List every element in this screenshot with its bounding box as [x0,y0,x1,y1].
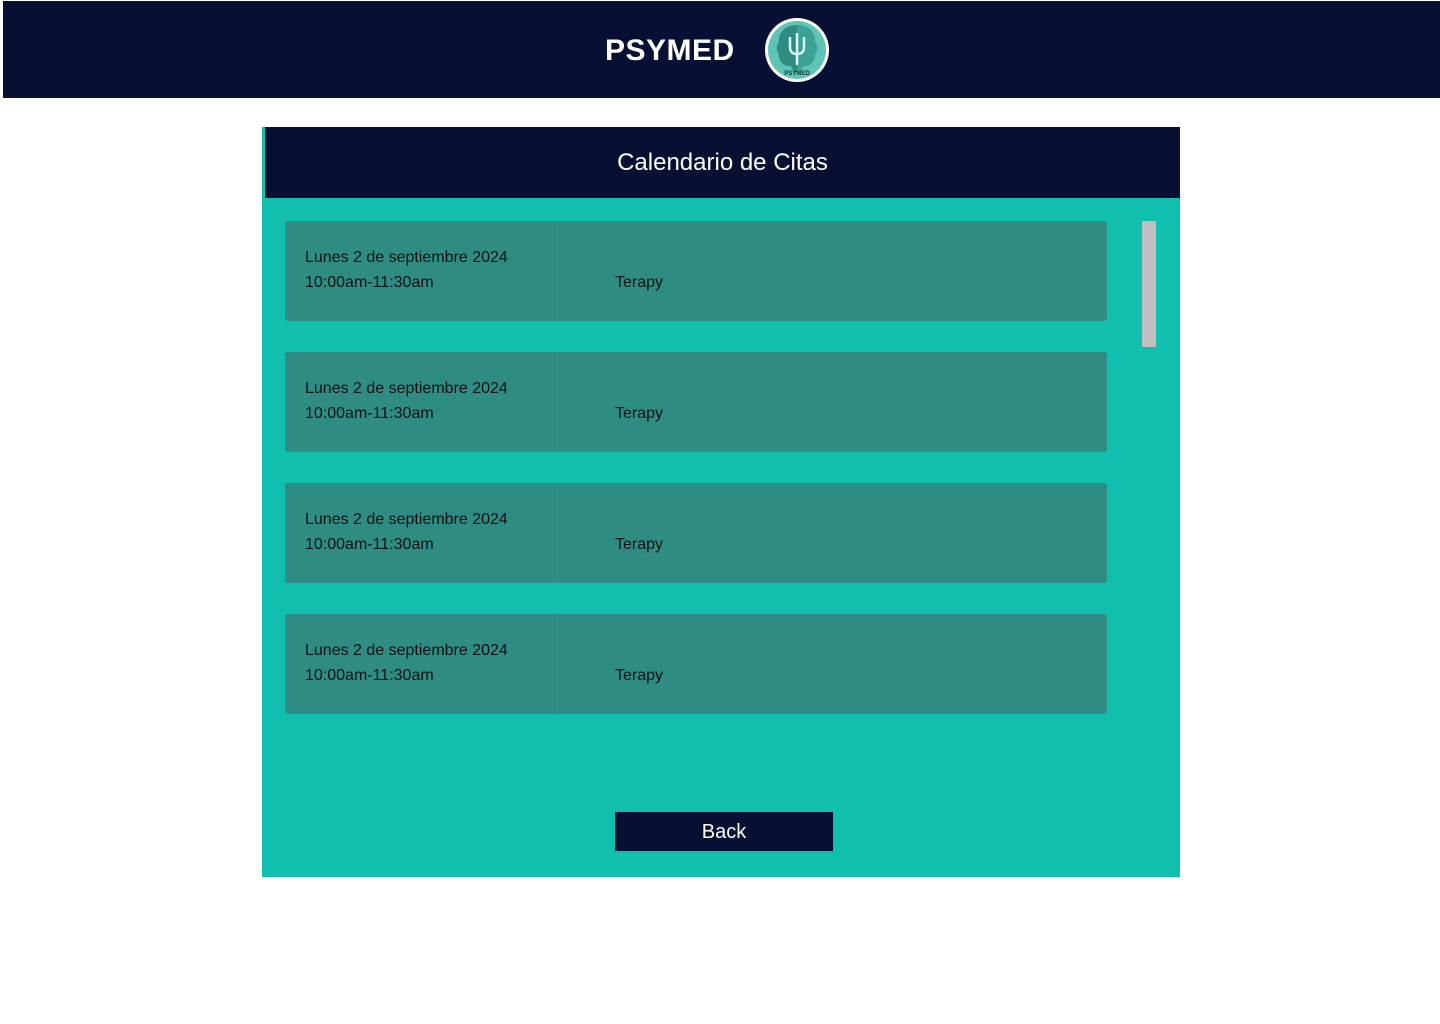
appointment-datetime: Lunes 2 de septiembre 2024 10:00am-11:30… [285,614,558,714]
appointment-card[interactable]: Lunes 2 de septiembre 2024 10:00am-11:30… [285,352,1107,452]
logo-text: PSYMED [784,71,810,77]
panel-title: Calendario de Citas [265,127,1180,198]
back-button[interactable]: Back [615,812,833,851]
scrollbar-thumb[interactable] [1142,221,1156,347]
appointment-date: Lunes 2 de septiembre 2024 [305,511,508,528]
appointment-datetime: Lunes 2 de septiembre 2024 10:00am-11:30… [285,221,558,321]
appointment-card[interactable]: Lunes 2 de septiembre 2024 10:00am-11:30… [285,483,1107,583]
appointment-datetime: Lunes 2 de septiembre 2024 10:00am-11:30… [285,352,558,452]
appointment-date: Lunes 2 de septiembre 2024 [305,642,508,659]
appointment-time: 10:00am-11:30am [305,274,434,291]
appointment-card[interactable]: Lunes 2 de septiembre 2024 10:00am-11:30… [285,221,1107,321]
appointment-time: 10:00am-11:30am [305,667,434,684]
brain-psi-icon[interactable]: PSYMED [764,17,830,83]
top-navbar: PSYMED PSYMED [3,1,1440,98]
appointments-panel: Calendario de Citas Lunes 2 de septiembr… [262,127,1180,877]
appointment-time: 10:00am-11:30am [305,536,434,553]
appointment-type: Terapy [615,405,664,422]
appointment-time: 10:00am-11:30am [305,405,434,422]
appointment-date: Lunes 2 de septiembre 2024 [305,249,508,266]
appointment-type: Terapy [615,274,664,291]
appointment-type: Terapy [615,667,664,684]
appointment-card[interactable]: Lunes 2 de septiembre 2024 10:00am-11:30… [285,614,1107,714]
appointment-date: Lunes 2 de septiembre 2024 [305,380,508,397]
appointment-type: Terapy [615,536,664,553]
appointment-datetime: Lunes 2 de septiembre 2024 10:00am-11:30… [285,483,558,583]
brand-name: PSYMED [605,34,735,67]
